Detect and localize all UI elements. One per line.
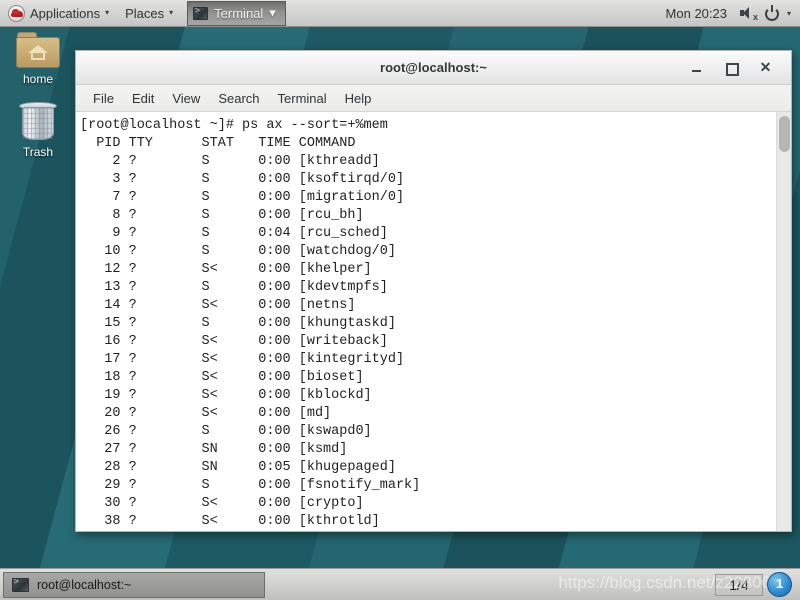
scrollbar-thumb[interactable] [779,116,790,152]
menu-help[interactable]: Help [336,88,381,109]
close-icon[interactable]: ✕ [758,60,773,75]
desktop-icon-label: home [22,72,54,86]
bottom-panel-right: https://blog.csdn.net/z22806 1/4 [558,572,797,597]
panel-window-menu-terminal[interactable]: Terminal ▾ [187,0,286,26]
chevron-down-icon[interactable]: ▾ [787,9,791,18]
workspace-switcher[interactable]: 1/4 [715,573,763,596]
maximize-button[interactable] [724,60,739,76]
terminal-scrollbar[interactable] [776,112,791,531]
menu-search[interactable]: Search [209,88,268,109]
top-panel: Applications ▾ Places ▾ Terminal ▾ Mon 2… [0,0,800,27]
power-icon[interactable] [764,4,779,21]
terminal-window: root@localhost:~ ✕ File Edit View Search… [75,50,792,532]
menu-applications-label: Applications [30,5,101,21]
mute-mark: x [752,12,758,22]
notification-badge-icon[interactable] [767,572,792,597]
menu-places[interactable]: Places ▾ [117,0,181,26]
taskbar-item-terminal[interactable]: root@localhost:~ [3,571,265,598]
redhat-logo-icon [8,4,25,22]
chevron-down-icon: ▾ [269,5,276,20]
desktop-icon-label: Trash [22,145,54,159]
window-titlebar[interactable]: root@localhost:~ ✕ [76,51,791,85]
window-controls: ✕ [690,60,791,76]
terminal-body: [root@localhost ~]# ps ax --sort=+%mem P… [76,112,791,531]
menu-terminal[interactable]: Terminal [269,88,336,109]
terminal-output[interactable]: [root@localhost ~]# ps ax --sort=+%mem P… [76,112,776,531]
trash-icon [18,100,58,142]
panel-window-menu-label: Terminal [214,5,264,21]
menu-file[interactable]: File [84,88,123,109]
minimize-button[interactable] [690,60,705,75]
menu-places-label: Places [125,5,165,21]
terminal-icon [193,6,209,20]
menu-view[interactable]: View [163,88,209,109]
panel-status-area: Mon 20:23 x ▾ [662,4,800,22]
window-title: root@localhost:~ [380,60,487,75]
taskbar-item-label: root@localhost:~ [37,577,132,592]
chevron-down-icon: ▾ [169,8,174,17]
chevron-down-icon: ▾ [105,8,110,17]
clock[interactable]: Mon 20:23 [662,6,731,21]
speaker-muted-icon[interactable]: x [739,4,758,22]
folder-home-icon [16,32,60,69]
desktop-icon-home[interactable]: home [3,32,73,86]
desktop-icon-trash[interactable]: Trash [3,100,73,159]
menu-edit[interactable]: Edit [123,88,163,109]
workspace-indicator-label: 1/4 [729,576,749,593]
terminal-menubar: File Edit View Search Terminal Help [76,85,791,112]
bottom-panel: root@localhost:~ https://blog.csdn.net/z… [0,568,800,600]
terminal-icon [12,577,29,592]
menu-applications[interactable]: Applications ▾ [0,0,117,26]
